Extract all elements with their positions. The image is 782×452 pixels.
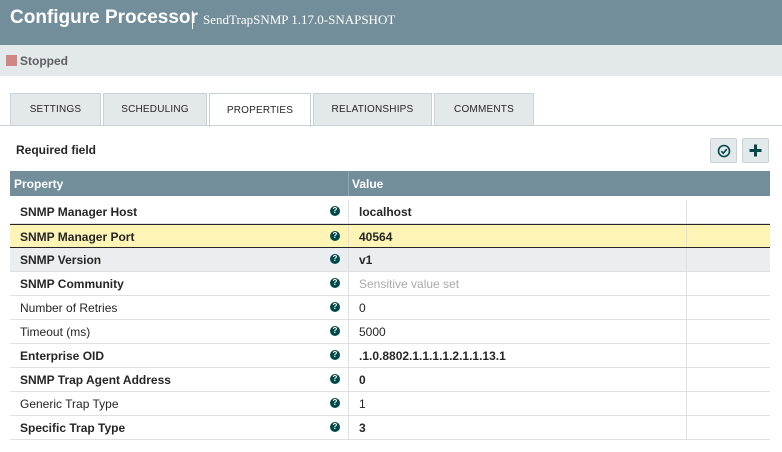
table-row[interactable]: SNMP Trap Agent Address ? 0 [10, 368, 770, 392]
property-name: SNMP Manager Host [20, 205, 138, 219]
cell-divider [348, 272, 349, 295]
property-name: Specific Trap Type [20, 421, 126, 435]
cell-divider [686, 272, 687, 295]
cell-divider [686, 416, 687, 439]
table-row[interactable]: Generic Trap Type ? 1 [10, 392, 770, 416]
table-row[interactable]: SNMP Manager Host ? localhost [10, 200, 770, 224]
table-row[interactable]: Specific Trap Type ? 3 [10, 416, 770, 440]
property-name: Number of Retries [20, 301, 118, 315]
cell-divider [348, 200, 349, 223]
table-row[interactable]: Number of Retries ? 0 [10, 296, 770, 320]
table-row[interactable]: SNMP Version ? v1 [10, 248, 770, 272]
help-icon[interactable]: ? [330, 254, 340, 264]
property-name: Timeout (ms) [20, 325, 91, 339]
check-circle-icon [717, 144, 731, 158]
cell-divider [686, 344, 687, 367]
header-divider [192, 11, 193, 29]
tab-label: RELATIONSHIPS [331, 104, 414, 115]
cell-divider [348, 368, 349, 391]
stopped-icon [6, 55, 17, 66]
tab-scheduling[interactable]: SCHEDULING [103, 93, 207, 126]
table-header: Property Value [10, 171, 770, 196]
property-value[interactable]: 0 [359, 301, 366, 315]
tab-relationships[interactable]: RELATIONSHIPS [313, 93, 432, 126]
tab-label: SETTINGS [29, 104, 82, 115]
help-icon[interactable]: ? [330, 302, 340, 312]
help-icon[interactable]: ? [330, 326, 340, 336]
cell-divider [348, 416, 349, 439]
cell-divider [686, 320, 687, 343]
property-name: Generic Trap Type [20, 397, 119, 411]
property-name: SNMP Manager Port [20, 230, 135, 244]
tab-label: SCHEDULING [121, 104, 189, 115]
status-bar [0, 45, 782, 76]
table-row[interactable]: Enterprise OID ? .1.0.8802.1.1.1.1.2.1.1… [10, 344, 770, 368]
cell-divider [348, 248, 349, 271]
cell-divider [348, 296, 349, 319]
add-property-button[interactable] [742, 138, 769, 163]
cell-divider [686, 392, 687, 415]
run-status-label: Stopped [20, 54, 68, 68]
property-name: Enterprise OID [20, 349, 105, 363]
property-name: SNMP Version [20, 253, 102, 267]
help-icon[interactable]: ? [330, 206, 340, 216]
property-value[interactable]: localhost [359, 205, 412, 219]
tab-comments[interactable]: COMMENTS [434, 93, 534, 126]
property-value[interactable]: v1 [359, 253, 372, 267]
help-icon[interactable]: ? [330, 231, 340, 241]
property-value[interactable]: 3 [359, 421, 366, 435]
property-value[interactable]: .1.0.8802.1.1.1.1.2.1.1.13.1 [359, 349, 506, 363]
tab-settings[interactable]: SETTINGS [10, 93, 101, 126]
table-row[interactable]: SNMP Community ? Sensitive value set [10, 272, 770, 296]
tab-properties[interactable]: PROPERTIES [209, 93, 311, 127]
table-row[interactable]: Timeout (ms) ? 5000 [10, 320, 770, 344]
column-header-value[interactable]: Value [352, 177, 383, 191]
column-divider[interactable] [348, 171, 349, 196]
plus-icon [749, 144, 762, 157]
property-name: SNMP Community [20, 277, 124, 291]
property-value[interactable]: 5000 [359, 325, 386, 339]
cell-divider [686, 368, 687, 391]
help-icon[interactable]: ? [330, 278, 340, 288]
cell-divider [348, 320, 349, 343]
property-value[interactable]: 0 [359, 373, 366, 387]
property-name: SNMP Trap Agent Address [20, 373, 171, 387]
column-header-property[interactable]: Property [14, 177, 63, 191]
cell-divider [686, 248, 687, 271]
verify-properties-button[interactable] [710, 138, 737, 163]
tab-label: COMMENTS [454, 104, 514, 115]
property-value[interactable]: Sensitive value set [359, 277, 459, 291]
dialog-header: Configure Processor SendTrapSNMP 1.17.0-… [0, 0, 782, 45]
property-value[interactable]: 1 [359, 397, 366, 411]
cell-divider [686, 296, 687, 319]
help-icon[interactable]: ? [330, 350, 340, 360]
cell-divider [686, 200, 687, 223]
processor-type-version: SendTrapSNMP 1.17.0-SNAPSHOT [203, 12, 396, 27]
tab-label: PROPERTIES [226, 105, 294, 116]
cell-divider [348, 392, 349, 415]
dialog-title: Configure Processor [10, 7, 198, 28]
property-value[interactable]: 40564 [359, 230, 392, 244]
tab-bar: SETTINGS SCHEDULING PROPERTIES RELATIONS… [0, 93, 782, 127]
cell-divider [348, 225, 349, 247]
help-icon[interactable]: ? [330, 374, 340, 384]
required-field-legend: Required field [16, 143, 97, 157]
help-icon[interactable]: ? [330, 422, 340, 432]
cell-divider [686, 225, 687, 247]
cell-divider [348, 344, 349, 367]
help-icon[interactable]: ? [330, 398, 340, 408]
tab-underline [0, 125, 782, 126]
table-row[interactable]: SNMP Manager Port ? 40564 [10, 224, 770, 248]
